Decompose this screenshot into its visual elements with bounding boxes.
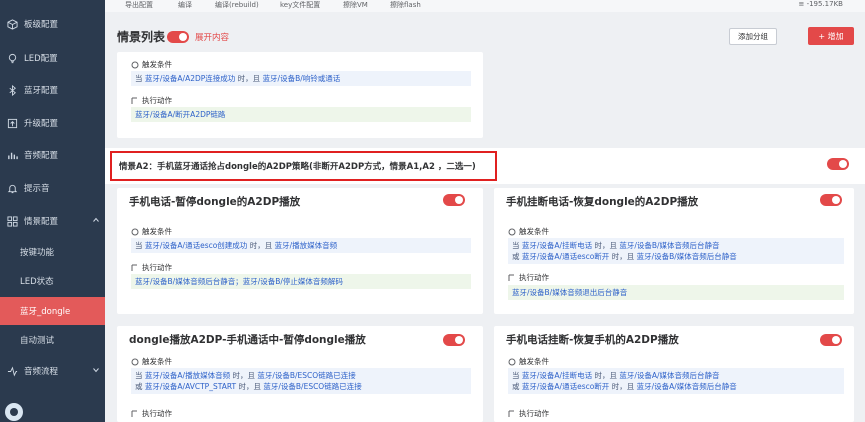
action-icon — [508, 410, 516, 418]
action-label: 执行动作 — [508, 408, 549, 419]
toolbar-erase-vm[interactable]: 擦除VM — [343, 0, 368, 10]
sidebar-item-label: 蓝牙配置 — [24, 86, 59, 96]
sidebar-item-label: LED状态 — [20, 277, 54, 287]
sidebar-item-auto-test[interactable]: 自动测试 — [0, 326, 105, 354]
sidebar-item-board-config[interactable]: 板级配置 — [0, 10, 105, 38]
toolbar-key-file-config[interactable]: key文件配置 — [280, 0, 320, 10]
card-toggle[interactable] — [443, 334, 465, 346]
action-icon — [131, 264, 139, 272]
trigger-label: 触发条件 — [131, 226, 172, 237]
card-toggle[interactable] — [443, 194, 465, 206]
scene-card-top: 触发条件 当 蓝牙/设备A/A2DP连接成功 时，且 蓝牙/设备B/响铃或通话 … — [117, 52, 483, 138]
sidebar: 板级配置 LED配置 蓝牙配置 升级配置 音频配置 提示音 情景配置 按键功能 … — [0, 0, 105, 422]
chevron-down-icon — [93, 368, 99, 373]
action-label: 执行动作 — [508, 272, 549, 283]
flow-icon — [4, 363, 20, 379]
action-icon — [508, 274, 516, 282]
scene-card: 手机电话-暂停dongle的A2DP播放 触发条件 当 蓝牙/设备A/通话esc… — [117, 188, 483, 314]
scene-card: 手机挂断电话-恢复dongle的A2DP播放 触发条件 当 蓝牙/设备A/挂断电… — [494, 188, 854, 314]
scene-card: 手机电话挂断-恢复手机的A2DP播放 触发条件 当 蓝牙/设备A/挂断电话 时，… — [494, 326, 854, 422]
sidebar-item-label: 情景配置 — [24, 217, 59, 227]
action-row: 蓝牙/设备B/媒体音频后台静音；蓝牙/设备B/停止媒体音频解码 — [131, 274, 471, 289]
sidebar-item-label: 自动测试 — [20, 336, 55, 346]
trigger-label: 触发条件 — [131, 59, 172, 70]
trigger-icon — [508, 358, 516, 366]
grid-icon — [4, 213, 20, 229]
cube-icon — [4, 16, 20, 32]
action-label: 执行动作 — [131, 262, 172, 273]
action-row: 蓝牙/设备B/媒体音频退出后台静音 — [508, 285, 844, 300]
bell-icon — [4, 180, 20, 196]
card-toggle[interactable] — [820, 194, 842, 206]
sidebar-item-label: 蓝牙_dongle — [20, 307, 71, 317]
toolbar: 导出配置 编译 编译(rebuild) key文件配置 擦除VM 擦除flash… — [105, 0, 865, 12]
action-label: 执行动作 — [131, 408, 172, 419]
toolbar-erase-flash[interactable]: 擦除flash — [390, 0, 421, 10]
scene-card: dongle播放A2DP-手机通话中-暂停dongle播放 触发条件 当 蓝牙/… — [117, 326, 483, 422]
card-toggle[interactable] — [820, 334, 842, 346]
trigger-icon — [508, 228, 516, 236]
bulb-icon — [4, 50, 20, 66]
condition-row: 当 蓝牙/设备A/挂断电话 时，且 蓝牙/设备A/媒体音频后台静音 或 蓝牙/设… — [508, 368, 844, 394]
condition-row: 当 蓝牙/设备A/A2DP连接成功 时，且 蓝牙/设备B/响铃或通话 — [131, 71, 471, 86]
bluetooth-icon — [4, 82, 20, 98]
sidebar-item-label: 板级配置 — [24, 20, 59, 30]
avatar[interactable] — [5, 403, 23, 421]
card-title: 手机挂断电话-恢复dongle的A2DP播放 — [506, 196, 699, 208]
sidebar-item-bluetooth-config[interactable]: 蓝牙配置 — [0, 76, 105, 104]
sidebar-item-label: 提示音 — [24, 184, 50, 194]
sidebar-item-key-function[interactable]: 按键功能 — [0, 238, 105, 266]
card-title: 手机电话-暂停dongle的A2DP播放 — [129, 196, 301, 208]
add-group-button[interactable]: 添加分组 — [729, 28, 777, 45]
toolbar-export-config[interactable]: 导出配置 — [125, 0, 153, 10]
sidebar-item-led-status[interactable]: LED状态 — [0, 267, 105, 295]
sidebar-item-label: LED配置 — [24, 54, 58, 64]
audio-icon — [4, 147, 20, 163]
trigger-icon — [131, 61, 139, 69]
action-label: 执行动作 — [131, 95, 172, 106]
sidebar-item-label: 按键功能 — [20, 248, 55, 258]
chevron-up-icon — [93, 217, 99, 222]
trigger-label: 触发条件 — [508, 226, 549, 237]
sidebar-item-prompt-tone[interactable]: 提示音 — [0, 174, 105, 202]
scene-a2-toggle[interactable] — [827, 158, 849, 170]
sidebar-item-scene-config[interactable]: 情景配置 — [0, 207, 105, 235]
sidebar-item-led-config[interactable]: LED配置 — [0, 44, 105, 72]
highlight-box — [110, 151, 497, 181]
sidebar-item-bluetooth-dongle[interactable]: 蓝牙_dongle — [0, 297, 105, 325]
condition-row: 当 蓝牙/设备A/播放媒体音频 时，且 蓝牙/设备B/ESCO链路已连接 或 蓝… — [131, 368, 471, 394]
card-title: dongle播放A2DP-手机通话中-暂停dongle播放 — [129, 334, 366, 346]
scene-list-header: 情景列表 展开内容 添加分组 + 增加 — [105, 12, 865, 52]
action-icon — [131, 97, 139, 105]
action-row: 蓝牙/设备A/断开A2DP链路 — [131, 107, 471, 122]
trigger-label: 触发条件 — [131, 356, 172, 367]
page-title: 情景列表 — [117, 30, 166, 44]
trigger-icon — [131, 358, 139, 366]
sidebar-item-audio-config[interactable]: 音频配置 — [0, 141, 105, 169]
trigger-label: 触发条件 — [508, 356, 549, 367]
card-title: 手机电话挂断-恢复手机的A2DP播放 — [506, 334, 679, 346]
sidebar-item-label: 音频流程 — [24, 367, 59, 377]
sidebar-item-label: 音频配置 — [24, 151, 59, 161]
expand-label: 展开内容 — [195, 33, 230, 43]
toolbar-rebuild[interactable]: 编译(rebuild) — [215, 0, 259, 10]
sidebar-item-upgrade-config[interactable]: 升级配置 — [0, 109, 105, 137]
toolbar-compile[interactable]: 编译 — [178, 0, 192, 10]
action-icon — [131, 410, 139, 418]
sidebar-item-audio-flow[interactable]: 音频流程 — [0, 357, 105, 385]
upgrade-icon — [4, 115, 20, 131]
condition-row: 当 蓝牙/设备A/通话esco创建成功 时，且 蓝牙/播放媒体音频 — [131, 238, 471, 253]
condition-row: 当 蓝牙/设备A/挂断电话 时，且 蓝牙/设备B/媒体音频后台静音 或 蓝牙/设… — [508, 238, 844, 264]
sidebar-item-label: 升级配置 — [24, 119, 59, 129]
expand-toggle[interactable] — [167, 31, 189, 43]
trigger-icon — [131, 228, 139, 236]
speed-readout: ≡ -195.17KB — [798, 0, 843, 8]
add-button[interactable]: + 增加 — [808, 27, 854, 45]
